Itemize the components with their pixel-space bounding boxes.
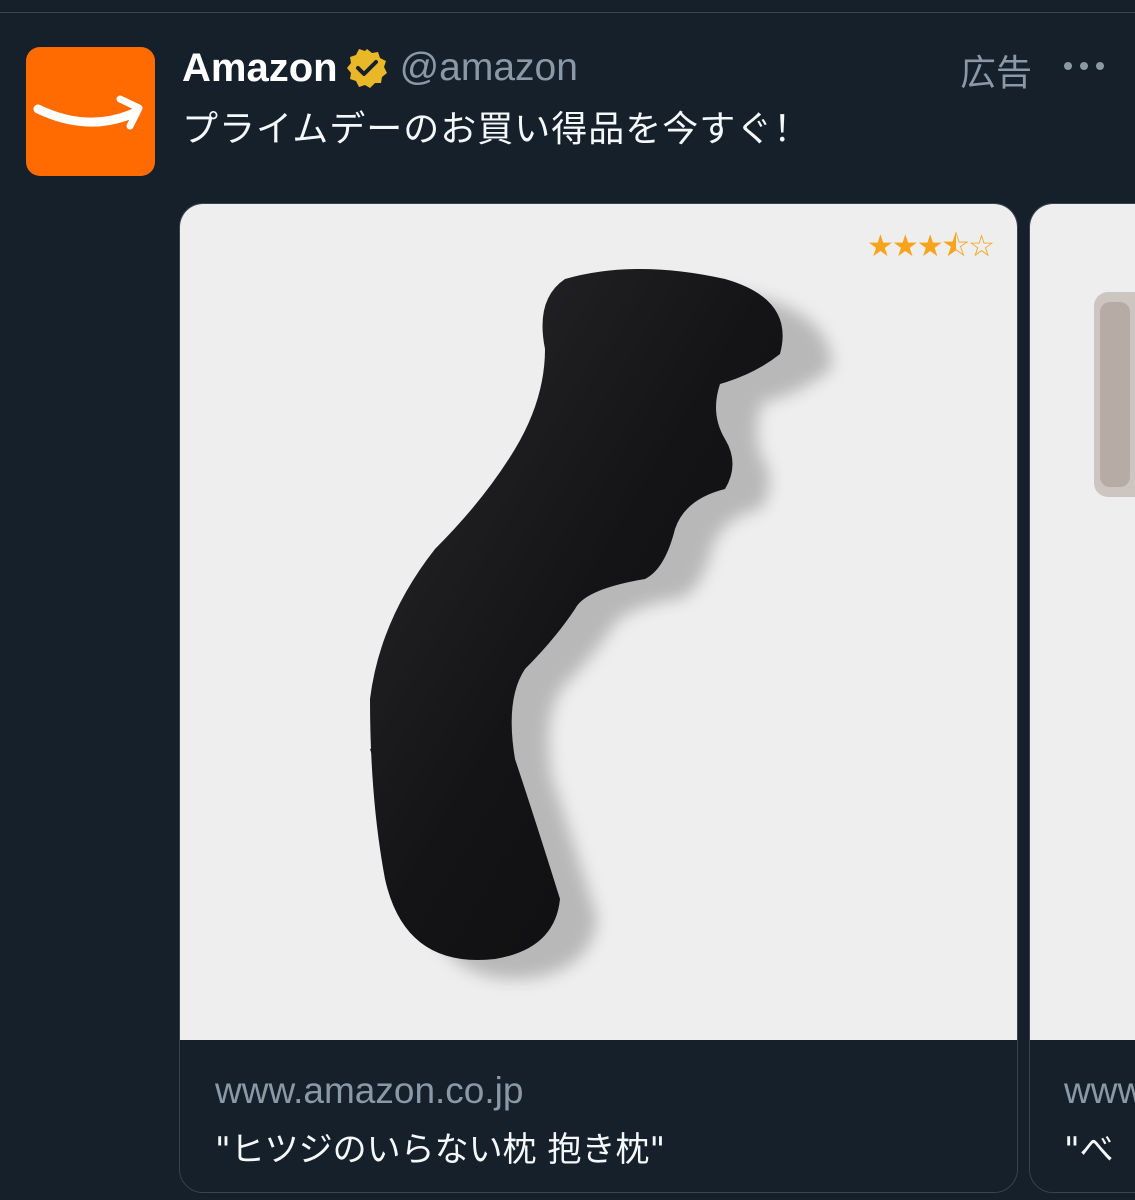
- empty-star-icon: ☆: [968, 229, 995, 264]
- handle[interactable]: @amazon: [400, 46, 578, 90]
- amazon-smile-logo-icon: [33, 95, 143, 130]
- display-name[interactable]: Amazon: [182, 46, 338, 91]
- product-image-2[interactable]: [1030, 204, 1135, 1040]
- card-title[interactable]: "ヒツジのいらない枕 抱き枕": [215, 1122, 665, 1171]
- top-divider: [0, 12, 1135, 13]
- rating-stars: ★★★⯪☆: [866, 224, 995, 275]
- post-text: プライムデーのお買い得品を今すぐ！: [182, 109, 811, 150]
- product-photo: [370, 269, 832, 979]
- product-photo-2: [1094, 292, 1135, 497]
- avatar[interactable]: [26, 47, 155, 176]
- card-domain[interactable]: www.amazon.co.jp: [215, 1070, 523, 1112]
- post-header: Amazon @amazon: [182, 42, 578, 94]
- filled-stars-icon: ★★★: [866, 229, 944, 264]
- card-title-2[interactable]: "べ: [1064, 1122, 1114, 1171]
- more-options-icon[interactable]: [1060, 58, 1108, 74]
- ad-label: 広告: [960, 53, 1033, 94]
- half-star-icon: ⯪: [941, 229, 970, 264]
- card-footer[interactable]: www.amazon.co.jp "ヒツジのいらない枕 抱き枕": [180, 1040, 1017, 1192]
- verified-badge-icon: [346, 49, 387, 88]
- card-domain-2[interactable]: www: [1064, 1070, 1135, 1112]
- product-card[interactable]: ★★★⯪☆ www.amazon.co.jp "ヒツジのいらない枕 抱き枕": [179, 203, 1018, 1193]
- card-footer-2[interactable]: www "べ: [1030, 1040, 1135, 1192]
- product-card-2[interactable]: www "べ: [1029, 203, 1135, 1193]
- product-image[interactable]: ★★★⯪☆: [180, 204, 1017, 1040]
